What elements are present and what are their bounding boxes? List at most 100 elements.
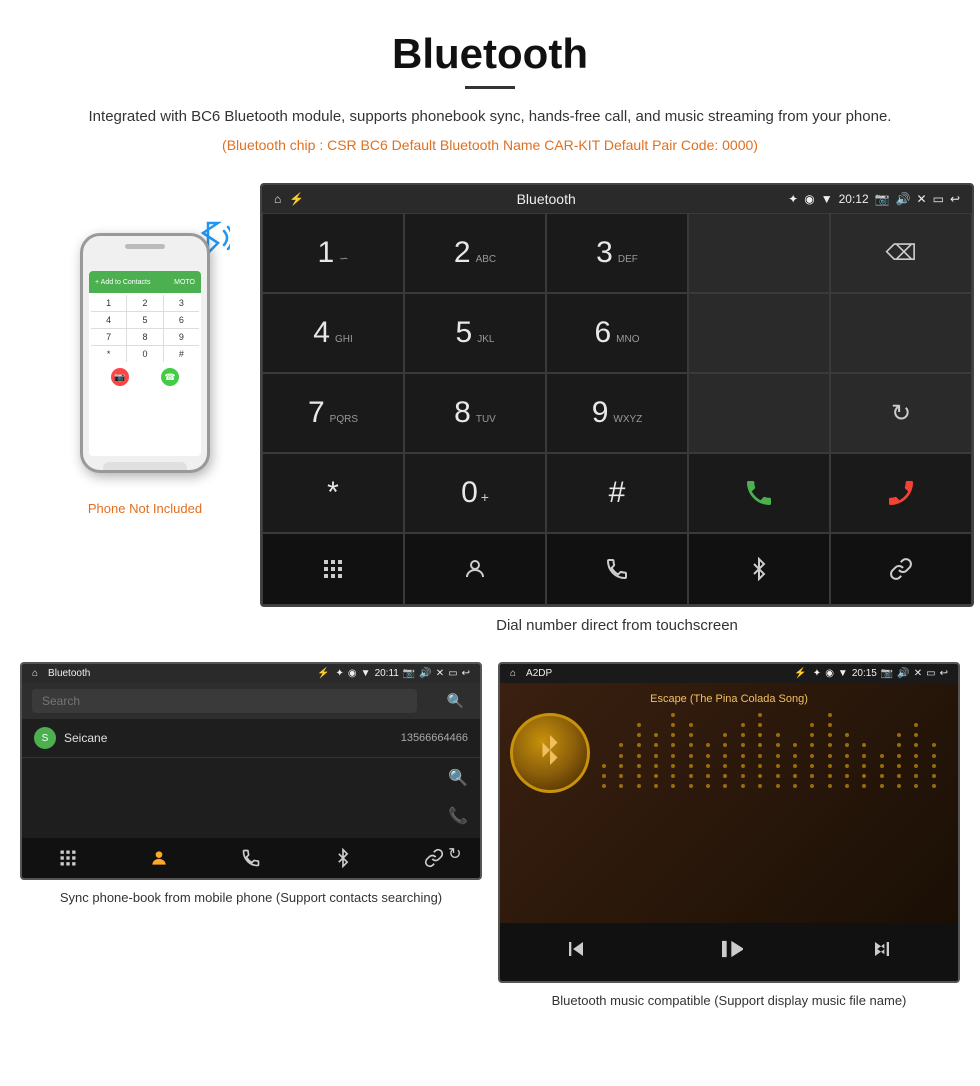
title-underline <box>465 86 515 89</box>
dial-backspace[interactable]: ⌫ <box>830 213 972 293</box>
back-icon: ↩ <box>950 192 960 206</box>
dial-screenshot: ⌂ ⚡ Bluetooth ✦ ◉ ▼ 20:12 📷 🔊 ✕ ▭ ↩ <box>260 183 974 607</box>
bluetooth-icon: ✦ <box>788 192 798 206</box>
bottom-screenshots: ⌂ Bluetooth ⚡ ✦ ◉ ▼ 20:11 📷 🔊 ✕ ▭ ↩ <box>0 652 980 1021</box>
contacts-back: ↩ <box>462 668 470 679</box>
dial-key-5[interactable]: 5JKL <box>404 293 546 373</box>
music-album-area <box>510 713 948 793</box>
dial-empty-1 <box>688 213 830 293</box>
dial-key-star[interactable]: * <box>262 453 404 533</box>
dial-row-4: * 0+ # <box>262 453 972 533</box>
dial-key-7[interactable]: 7PQRS <box>262 373 404 453</box>
album-bt-icon <box>532 732 568 775</box>
dial-refresh[interactable]: ↻ <box>830 373 972 453</box>
dial-key-hash[interactable]: # <box>546 453 688 533</box>
phone-image-container: + Add to Contacts MOTO 123 456 789 *0# 📷… <box>60 213 230 493</box>
dial-empty-2 <box>688 293 830 373</box>
contacts-cam: 📷 <box>403 668 415 679</box>
contacts-search-action[interactable]: 🔍 <box>448 768 468 788</box>
contacts-search-area: 🔍 <box>22 683 480 719</box>
dial-screenshot-area: ⌂ ⚡ Bluetooth ✦ ◉ ▼ 20:12 📷 🔊 ✕ ▭ ↩ <box>260 183 974 652</box>
contacts-screen: ⌂ Bluetooth ⚡ ✦ ◉ ▼ 20:11 📷 🔊 ✕ ▭ ↩ <box>22 664 480 878</box>
dial-key-1[interactable]: 1∽ <box>262 213 404 293</box>
phone-mockup: + Add to Contacts MOTO 123 456 789 *0# 📷… <box>80 233 210 473</box>
cb-phone-icon[interactable] <box>241 848 261 868</box>
contacts-search-input[interactable] <box>32 689 417 713</box>
dial-caption: Dial number direct from touchscreen <box>260 617 974 634</box>
status-right-icons: ✦ ◉ ▼ 20:12 📷 🔊 ✕ ▭ ↩ <box>788 192 960 206</box>
cb-apps-icon[interactable] <box>58 848 78 868</box>
contact-avatar: S <box>34 727 56 749</box>
location-icon: ◉ <box>804 192 814 206</box>
dial-key-9[interactable]: 9WXYZ <box>546 373 688 453</box>
time-display: 20:12 <box>839 192 869 206</box>
dial-call-button[interactable] <box>688 453 830 533</box>
dial-screen-title: Bluetooth <box>312 191 780 207</box>
music-time: 20:15 <box>852 668 877 679</box>
contacts-screenshot-wrapper: ⌂ Bluetooth ⚡ ✦ ◉ ▼ 20:11 📷 🔊 ✕ ▭ ↩ <box>20 662 482 1011</box>
music-status-bar: ⌂ A2DP ⚡ ✦ ◉ ▼ 20:15 📷 🔊 ✕ ▭ ↩ <box>500 664 958 683</box>
contact-name: Seicane <box>64 731 401 745</box>
music-x: ✕ <box>914 668 922 679</box>
dial-key-3[interactable]: 3DEF <box>546 213 688 293</box>
next-button[interactable] <box>868 935 896 969</box>
phone-screen: + Add to Contacts MOTO 123 456 789 *0# 📷… <box>89 271 201 456</box>
contacts-call-action[interactable]: 📞 <box>448 806 468 826</box>
contacts-wifi-icon: ▼ <box>361 668 371 679</box>
close-icon: ✕ <box>917 192 927 206</box>
cb-contacts-icon[interactable] <box>149 848 169 868</box>
music-screen-icon: ▭ <box>926 668 935 679</box>
contacts-side-panel: 🔍 📞 ↻ <box>22 758 480 838</box>
contacts-time: 20:11 <box>375 668 399 679</box>
contacts-vol: 🔊 <box>419 668 431 679</box>
phone-not-included-label: Phone Not Included <box>88 501 202 516</box>
dot-matrix-viz <box>602 713 948 793</box>
bottom-phone-icon[interactable] <box>546 533 688 605</box>
phone-home-button <box>103 462 187 473</box>
dial-row-1: 1∽ 2ABC 3DEF ⌫ <box>262 213 972 293</box>
music-home-icon: ⌂ <box>510 668 516 679</box>
dial-key-0[interactable]: 0+ <box>404 453 546 533</box>
phone-screen-topbar: + Add to Contacts MOTO <box>89 271 201 293</box>
contacts-refresh-action[interactable]: ↻ <box>448 844 468 864</box>
music-screen: ⌂ A2DP ⚡ ✦ ◉ ▼ 20:15 📷 🔊 ✕ ▭ ↩ <box>500 664 958 981</box>
music-back: ↩ <box>940 668 948 679</box>
cb-bt-icon[interactable] <box>333 848 353 868</box>
contacts-loc-icon: ◉ <box>348 668 357 679</box>
play-pause-button[interactable] <box>715 935 743 969</box>
dial-key-2[interactable]: 2ABC <box>404 213 546 293</box>
page-description: Integrated with BC6 Bluetooth module, su… <box>60 105 920 129</box>
page-specs: (Bluetooth chip : CSR BC6 Default Blueto… <box>60 137 920 153</box>
contacts-x: ✕ <box>436 668 444 679</box>
contacts-right-icons: ✦ ◉ ▼ 20:11 📷 🔊 ✕ ▭ ↩ <box>336 668 470 679</box>
bottom-link-icon[interactable] <box>830 533 972 605</box>
screen-icon: ▭ <box>933 192 944 206</box>
bottom-contacts-icon[interactable] <box>404 533 546 605</box>
dial-key-6[interactable]: 6MNO <box>546 293 688 373</box>
bottom-apps-icon[interactable] <box>262 533 404 605</box>
music-caption: Bluetooth music compatible (Support disp… <box>498 991 960 1011</box>
phone-side: + Add to Contacts MOTO 123 456 789 *0# 📷… <box>30 183 260 516</box>
dial-end-button[interactable] <box>830 453 972 533</box>
dial-key-4[interactable]: 4GHI <box>262 293 404 373</box>
usb-icon: ⚡ <box>289 192 304 206</box>
volume-icon: 🔊 <box>896 192 911 206</box>
dial-key-8[interactable]: 8TUV <box>404 373 546 453</box>
home-icon: ⌂ <box>274 192 281 206</box>
music-content: Escape (The Pina Colada Song) <box>500 683 958 923</box>
music-screenshot-wrapper: ⌂ A2DP ⚡ ✦ ◉ ▼ 20:15 📷 🔊 ✕ ▭ ↩ <box>498 662 960 1011</box>
contacts-caption: Sync phone-book from mobile phone (Suppo… <box>20 888 482 908</box>
contacts-screen-icon: ▭ <box>448 668 457 679</box>
bottom-bluetooth-icon[interactable] <box>688 533 830 605</box>
cb-link-icon[interactable] <box>424 848 444 868</box>
contacts-bt-icon: ✦ <box>336 668 344 679</box>
contact-number: 13566664466 <box>401 732 468 744</box>
dial-pad: 1∽ 2ABC 3DEF ⌫ 4GHI <box>262 213 972 605</box>
dial-row-3: 7PQRS 8TUV 9WXYZ ↻ <box>262 373 972 453</box>
phone-dial-grid: 123 456 789 *0# <box>91 295 199 362</box>
dial-section: + Add to Contacts MOTO 123 456 789 *0# 📷… <box>0 183 980 652</box>
music-song-title: Escape (The Pina Colada Song) <box>650 693 808 705</box>
contacts-bottom-bar <box>22 838 480 878</box>
camera-icon: 📷 <box>875 192 890 206</box>
prev-button[interactable] <box>562 935 590 969</box>
